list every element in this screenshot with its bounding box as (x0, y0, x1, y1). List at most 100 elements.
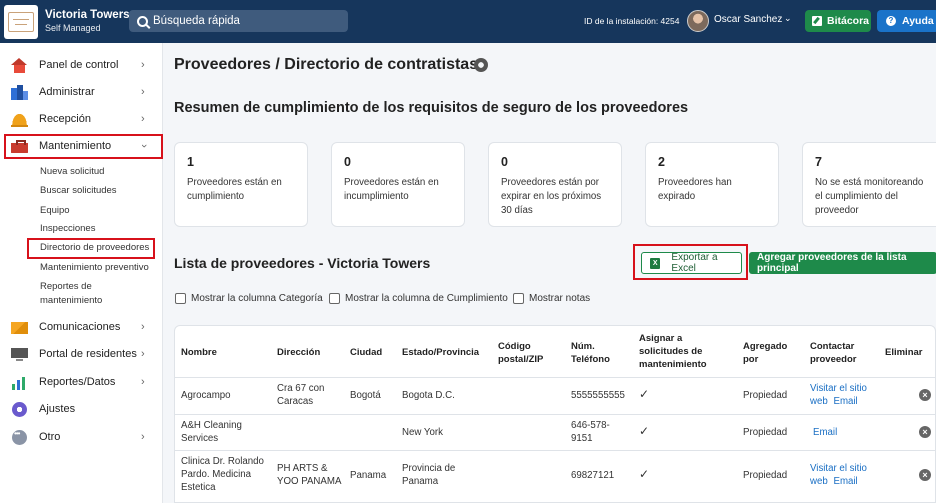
export-excel-button[interactable]: X Exportar a Excel (641, 252, 742, 274)
delete-icon[interactable]: × (919, 469, 931, 481)
excel-icon: X (650, 257, 661, 269)
visit-website-line1: Visitar el sitio (810, 463, 867, 474)
checkmark-icon[interactable]: ✓ (639, 387, 649, 401)
sub-item-reportes-mantenimiento[interactable]: Reportes de mantenimiento (40, 280, 102, 308)
sub-item-buscar-solicitudes[interactable]: Buscar solicitudes (40, 184, 117, 198)
gear-icon[interactable] (474, 58, 488, 72)
show-category-checkbox[interactable]: Mostrar la columna Categoría (175, 293, 323, 304)
sidebar-item-otro[interactable]: Otro › (0, 426, 163, 448)
col-header-eliminar[interactable]: Eliminar (885, 346, 923, 359)
visit-website-link[interactable]: Visitar el sitio web Email (810, 462, 867, 488)
card-description: Proveedores están por expirar en los pró… (501, 177, 602, 216)
col-header-contactar[interactable]: Contactar proveedor (810, 340, 865, 366)
checkbox-label: Mostrar la columna Categoría (191, 293, 323, 304)
search-placeholder: Búsqueda rápida (153, 15, 240, 27)
col-header-direccion[interactable]: Dirección (277, 346, 320, 359)
delete-icon[interactable]: × (919, 426, 931, 438)
cell-estado: Bogota D.C. (402, 390, 455, 401)
property-plan: Self Managed (45, 22, 101, 33)
sub-item-inspecciones[interactable]: Inspecciones (40, 222, 95, 236)
quick-search-input[interactable]: Búsqueda rápida (129, 10, 348, 32)
cell-direccion: PH ARTS & YOO PANAMA (277, 463, 342, 487)
help-button[interactable]: ? Ayuda (877, 10, 936, 32)
show-notes-checkbox[interactable]: Mostrar notas (513, 293, 590, 304)
sidebar-item-ajustes[interactable]: Ajustes (0, 398, 163, 420)
row-divider (175, 414, 935, 415)
card-count: 7 (815, 155, 822, 169)
sub-item-label-line2: mantenimiento (40, 295, 103, 306)
bitacora-button[interactable]: Bitácora (805, 10, 871, 32)
col-header-telefono[interactable]: Núm. Teléfono (571, 340, 611, 366)
card-description: Proveedores están en incumplimiento (344, 177, 439, 202)
visit-website-link[interactable]: Visitar el sitio web Email (810, 382, 867, 408)
chevron-down-icon[interactable]: ⌄ (784, 13, 792, 24)
sidebar-item-panel[interactable]: Panel de control › (0, 54, 163, 76)
bell-icon (11, 111, 28, 127)
home-icon (11, 57, 28, 73)
col-header-nombre[interactable]: Nombre (181, 346, 217, 359)
sidebar-item-label: Reportes/Datos (39, 376, 116, 388)
bar-chart-icon (11, 374, 28, 390)
search-icon (137, 15, 148, 27)
sidebar-item-label: Panel de control (39, 59, 119, 71)
sidebar-item-label: Comunicaciones (39, 321, 121, 333)
col-header-estado[interactable]: Estado/Provincia (402, 346, 479, 359)
checkbox-box[interactable] (329, 293, 340, 304)
sub-item-label-line1: Reportes de (40, 281, 92, 292)
user-name[interactable]: Oscar Sanchez (714, 14, 782, 25)
card-description: Proveedores han expirado (658, 177, 732, 202)
avatar[interactable] (687, 10, 709, 32)
add-vendors-button[interactable]: Agregar proveedores de la lista principa… (749, 252, 936, 274)
cell-ciudad: Panama (350, 470, 387, 481)
sidebar-item-recepcion[interactable]: Recepción › (0, 108, 163, 130)
cell-nombre: A&H Cleaning Services (181, 420, 242, 444)
card-count: 2 (658, 155, 665, 169)
sub-item-nueva-solicitud[interactable]: Nueva solicitud (40, 165, 104, 179)
sidebar: Panel de control › Administrar › Recepci… (0, 43, 163, 503)
summary-card-expired[interactable]: 2 Proveedores han expirado (645, 142, 779, 227)
checkbox-box[interactable] (513, 293, 524, 304)
property-logo[interactable] (4, 4, 38, 39)
sidebar-item-comunicaciones[interactable]: Comunicaciones › (0, 316, 163, 338)
cell-nombre: Agrocampo (181, 390, 231, 401)
checkbox-label: Mostrar notas (529, 293, 591, 304)
checkmark-icon[interactable]: ✓ (639, 424, 649, 438)
chevron-right-icon: › (141, 348, 145, 360)
vendor-list-title: Lista de proveedores - Victoria Towers (174, 255, 431, 271)
mail-icon (11, 319, 28, 335)
mantenimiento-highlight (4, 134, 163, 159)
chevron-right-icon: › (141, 86, 145, 98)
col-header-asignar[interactable]: Asignar a solicitudes de mantenimiento (639, 332, 717, 371)
summary-card-not-monitored[interactable]: 7 No se está monitoreando el cumplimient… (802, 142, 936, 227)
card-count: 1 (187, 155, 194, 169)
card-count: 0 (344, 155, 351, 169)
bitacora-label: Bitácora (827, 15, 870, 27)
email-link[interactable]: Email (833, 476, 857, 487)
col-header-agregado[interactable]: Agregado por (743, 340, 791, 366)
summary-card-compliant[interactable]: 1 Proveedores están en cumplimiento (174, 142, 308, 227)
property-brand[interactable]: Victoria Towers Self Managed (45, 9, 130, 35)
page-title: Proveedores / Directorio de contratistas (174, 56, 479, 73)
question-icon: ? (886, 16, 896, 26)
show-compliance-checkbox[interactable]: Mostrar la columna de Cumplimiento (329, 293, 508, 304)
chevron-right-icon: › (141, 321, 145, 333)
checkmark-icon[interactable]: ✓ (639, 467, 649, 481)
chevron-right-icon: › (141, 376, 145, 388)
card-count: 0 (501, 155, 508, 169)
checkbox-box[interactable] (175, 293, 186, 304)
delete-icon[interactable]: × (919, 389, 931, 401)
sidebar-item-administrar[interactable]: Administrar › (0, 81, 163, 103)
sub-item-mantenimiento-preventivo[interactable]: Mantenimiento preventivo (40, 261, 149, 275)
email-link[interactable]: Email (833, 396, 857, 407)
cell-direccion: Cra 67 con Caracas (277, 383, 325, 407)
summary-card-noncompliant[interactable]: 0 Proveedores están en incumplimiento (331, 142, 465, 227)
sub-item-equipo[interactable]: Equipo (40, 204, 70, 218)
cell-estado: New York (402, 427, 443, 438)
col-header-ciudad[interactable]: Ciudad (350, 346, 382, 359)
cell-telefono: 5555555555 (571, 390, 625, 401)
summary-card-expiring[interactable]: 0 Proveedores están por expirar en los p… (488, 142, 622, 227)
email-link[interactable]: Email (813, 426, 837, 439)
col-header-zip[interactable]: Código postal/ZIP (498, 340, 550, 366)
sidebar-item-portal[interactable]: Portal de residentes › (0, 343, 163, 365)
sidebar-item-reportes[interactable]: Reportes/Datos › (0, 371, 163, 393)
